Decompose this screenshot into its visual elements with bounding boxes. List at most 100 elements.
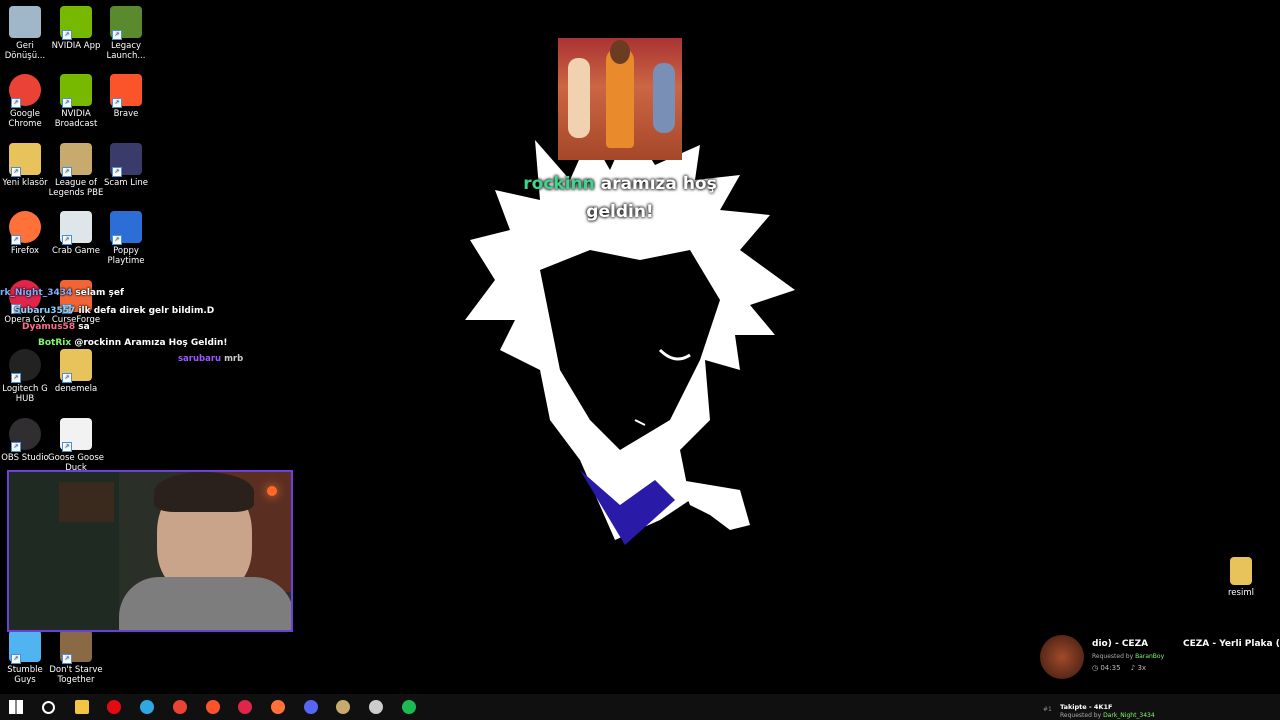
- desktop-icon[interactable]: ↗ Legacy Launch...: [98, 6, 154, 61]
- league-icon: [336, 700, 350, 714]
- shortcut-arrow-icon: ↗: [112, 30, 122, 40]
- desktop-icon-label: NVIDIA App: [51, 41, 101, 51]
- chat-message: sarubaru mrb: [178, 354, 243, 364]
- chat-text: sa: [78, 322, 90, 332]
- firefox-icon: [271, 700, 285, 714]
- chat-username: Subaru3557: [14, 306, 76, 316]
- goose-icon: ↗: [60, 418, 92, 452]
- requested-prefix: Requested by: [1060, 712, 1102, 719]
- taskbar-button[interactable]: [37, 697, 59, 717]
- desktop-icon[interactable]: ↗ Don't Starve Together: [48, 630, 104, 685]
- desktop-icon[interactable]: ↗ CurseForge: [48, 280, 104, 325]
- repeat-count: 3x: [1137, 664, 1147, 672]
- taskbar-button[interactable]: [169, 697, 191, 717]
- shortcut-arrow-icon: ↗: [62, 654, 72, 664]
- desktop-icon[interactable]: ↗ Stumble Guys: [0, 630, 53, 685]
- shortcut-arrow-icon: ↗: [62, 30, 72, 40]
- brave-icon: ↗: [110, 74, 142, 108]
- shortcut-arrow-icon: ↗: [11, 442, 21, 452]
- desktop-icon[interactable]: ↗ Logitech G HUB: [0, 349, 53, 404]
- recycle-bin-icon: [9, 6, 41, 38]
- chrome-icon: [173, 700, 187, 714]
- chat-text: mrb: [224, 354, 244, 364]
- song-meta: ◷ 04:35 ♪ 3x: [1092, 664, 1146, 672]
- taskbar-button[interactable]: [71, 697, 93, 717]
- desktop-icon[interactable]: ↗ denemela: [48, 349, 104, 394]
- desktop-icon[interactable]: Geri Dönüşü...: [0, 6, 53, 61]
- shortcut-arrow-icon: ↗: [112, 98, 122, 108]
- desktop-icon-label: Crab Game: [51, 246, 101, 256]
- taskbar-button[interactable]: [202, 697, 224, 717]
- folder-icon: [1230, 557, 1252, 585]
- dont-starve-icon: ↗: [60, 630, 92, 664]
- follow-goal-text: Takipte - 4K1F: [1060, 703, 1113, 711]
- opera-icon: [238, 700, 252, 714]
- taskbar-button[interactable]: [332, 697, 354, 717]
- now-playing-widget: dio) - CEZA CEZA - Yerli Plaka ( Request…: [1040, 632, 1280, 684]
- desktop-icon[interactable]: ↗ Google Chrome: [0, 74, 53, 129]
- requester-name: BaranBoy: [1135, 653, 1165, 660]
- desktop-icon-label: OBS Studio: [1, 453, 49, 463]
- desktop-icon[interactable]: ↗ Firefox: [0, 211, 53, 256]
- requester-name: Dark_Night_3434: [1103, 712, 1155, 719]
- follow-alert-text: rockinn aramıza hoş geldin!: [500, 170, 740, 226]
- search-icon: [41, 700, 55, 714]
- taskbar-button[interactable]: [103, 697, 125, 717]
- desktop-icon-label: Scam Line: [104, 178, 148, 188]
- minecraft-icon: ↗: [110, 6, 142, 40]
- shortcut-arrow-icon: ↗: [62, 442, 72, 452]
- desktop-icon-label: Brave: [113, 109, 139, 119]
- desktop-icon[interactable]: ↗ Yeni klasör: [0, 143, 53, 188]
- webcam-overlay: [7, 470, 293, 632]
- league-icon: ↗: [60, 143, 92, 177]
- taskbar-button[interactable]: [365, 697, 387, 717]
- taskbar-button[interactable]: [136, 697, 158, 717]
- desktop-icon[interactable]: ↗ Scam Line: [98, 143, 154, 188]
- desktop-icon-label: Don't Starve Together: [49, 665, 103, 685]
- taskbar-button[interactable]: [234, 697, 256, 717]
- desktop-icon[interactable]: ↗ Opera GX: [0, 280, 53, 325]
- desktop-icon[interactable]: ↗ Goose Goose Duck: [48, 418, 104, 473]
- chat-text: @rockinn Aramıza Hoş Geldin!: [74, 338, 228, 348]
- desktop-icon-label: Geri Dönüşü...: [4, 41, 46, 61]
- windows-start-icon: [9, 700, 23, 714]
- shortcut-arrow-icon: ↗: [62, 373, 72, 383]
- desktop-icon[interactable]: ↗ League of Legends PBE: [48, 143, 104, 198]
- desktop-icon-label: NVIDIA Broadcast: [54, 109, 98, 129]
- desktop-icon-label: Legacy Launch...: [106, 41, 146, 61]
- chat-username: BotRix: [38, 338, 72, 348]
- desktop-icon-resiml[interactable]: resiml: [1213, 557, 1269, 598]
- taskbar-button[interactable]: [5, 697, 27, 717]
- alert-gif: [558, 38, 682, 160]
- desktop-icon-label: resiml: [1228, 588, 1254, 598]
- crab-game-icon: ↗: [60, 211, 92, 245]
- taskbar-button[interactable]: [300, 697, 322, 717]
- desktop-icon-label: Poppy Playtime: [107, 246, 145, 266]
- desktop-icon[interactable]: ↗ NVIDIA App: [48, 6, 104, 51]
- desktop-icon-label: denemela: [54, 384, 98, 394]
- shortcut-arrow-icon: ↗: [11, 98, 21, 108]
- desktop-icon[interactable]: ↗ Brave: [98, 74, 154, 119]
- requested-by: Requested by BaranBoy: [1092, 653, 1164, 660]
- netflix-icon: [107, 700, 121, 714]
- shortcut-arrow-icon: ↗: [112, 235, 122, 245]
- taskbar-button[interactable]: [398, 697, 420, 717]
- chat-text: selam şef: [75, 288, 124, 298]
- folder-icon: ↗: [60, 349, 92, 383]
- chat-message: rk_Night_3434 selam şef: [0, 288, 124, 298]
- desktop-icon[interactable]: ↗ NVIDIA Broadcast: [48, 74, 104, 129]
- song-scroll-title: CEZA - Yerli Plaka (: [1183, 639, 1280, 649]
- desktop-icon-label: Logitech G HUB: [2, 384, 48, 404]
- obs-icon: ↗: [9, 418, 41, 452]
- taskbar-button[interactable]: [267, 697, 289, 717]
- logitech-icon: ↗: [9, 349, 41, 383]
- shortcut-arrow-icon: ↗: [62, 235, 72, 245]
- chat-username: Dyamus58: [22, 322, 76, 332]
- chat-message: Subaru3557 ilk defa direk gelr bildim.D: [14, 306, 214, 316]
- requested-prefix: Requested by: [1092, 653, 1134, 660]
- desktop-icon[interactable]: ↗ Poppy Playtime: [98, 211, 154, 266]
- desktop-icon[interactable]: ↗ Crab Game: [48, 211, 104, 256]
- song-title: dio) - CEZA: [1092, 639, 1149, 649]
- file-explorer-icon: [75, 700, 89, 714]
- desktop-icon[interactable]: ↗ OBS Studio: [0, 418, 53, 463]
